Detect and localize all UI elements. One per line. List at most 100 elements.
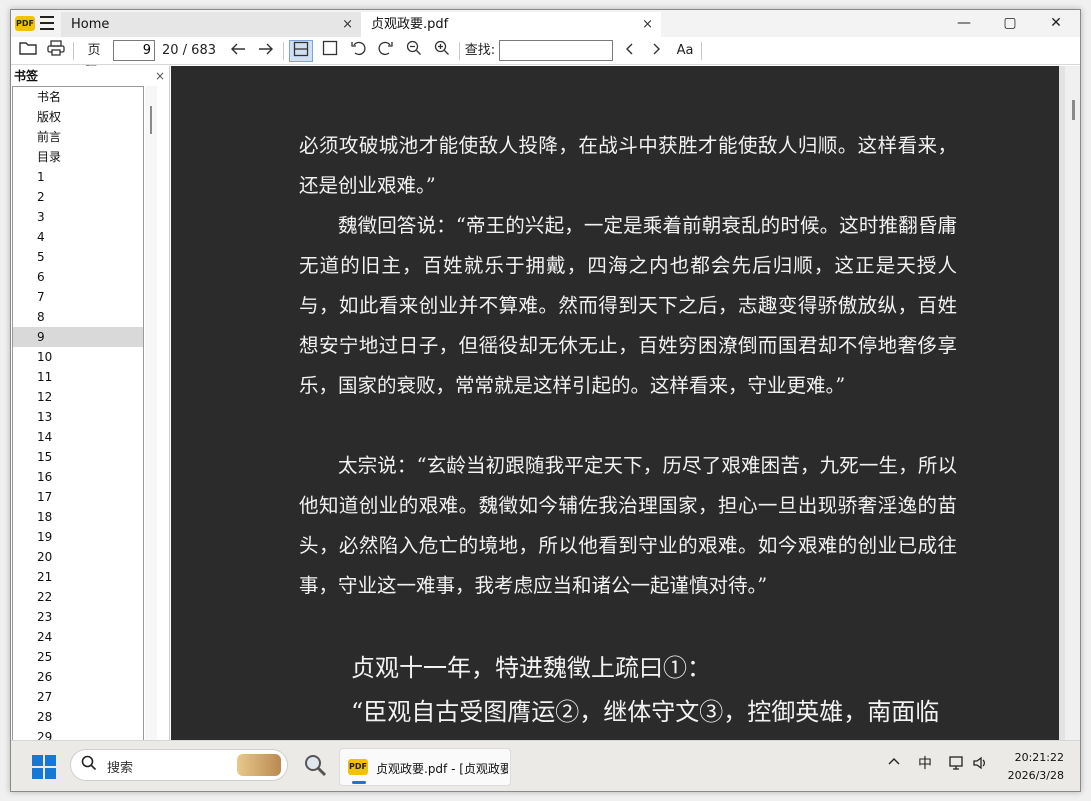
tab-document[interactable]: 贞观政要.pdf ×	[361, 12, 661, 37]
bookmark-item[interactable]: 4	[13, 227, 143, 247]
bookmark-item[interactable]: 19	[13, 527, 143, 547]
bookmark-item[interactable]: 28	[13, 707, 143, 727]
bookmark-item[interactable]: 版权	[13, 107, 143, 127]
close-bookmarks-icon[interactable]: ×	[155, 66, 165, 86]
tab-label: Home	[71, 17, 110, 32]
taskbar: 搜索 PDF 贞观政要.pdf - [贞观政要 中 20:21:22 2026/…	[11, 740, 1080, 791]
tab-label: 贞观政要.pdf	[371, 17, 449, 32]
bookmark-item[interactable]: 6	[13, 267, 143, 287]
toolbar-separator	[459, 42, 460, 60]
volume-icon[interactable]	[972, 755, 988, 775]
bookmark-item[interactable]: 27	[13, 687, 143, 707]
bookmark-item[interactable]: 3	[13, 207, 143, 227]
bookmarks-header: 书签 ×	[11, 66, 169, 86]
bookmark-item[interactable]: 14	[13, 427, 143, 447]
tab-home[interactable]: Home ×	[61, 12, 361, 37]
document-paragraph: 魏徵回答说：“帝王的兴起，一定是乘着前朝衰乱的时候。这时推翻昏庸无道的旧主，百姓…	[299, 214, 957, 397]
toolbar: 页码: 9 20 / 683 查找:	[11, 37, 1080, 80]
bookmark-item[interactable]: 前言	[13, 127, 143, 147]
print-icon[interactable]	[45, 40, 67, 62]
bookmark-item[interactable]: 24	[13, 627, 143, 647]
bookmark-item[interactable]: 8	[13, 307, 143, 327]
bookmark-item[interactable]: 17	[13, 487, 143, 507]
clock-date: 2026/3/28	[1007, 769, 1064, 782]
bookmark-item[interactable]: 26	[13, 667, 143, 687]
find-next-icon[interactable]	[645, 40, 667, 62]
bookmark-item[interactable]: 16	[13, 467, 143, 487]
fit-page-icon[interactable]	[319, 40, 341, 62]
bookmark-item[interactable]: 7	[13, 287, 143, 307]
search-highlight-image	[237, 754, 281, 776]
bookmark-item[interactable]: 11	[13, 367, 143, 387]
bookmark-item[interactable]: 13	[13, 407, 143, 427]
app-window: PDF Home × 贞观政要.pdf × — ▢ ✕ 页码: 9 20 / 6…	[10, 9, 1081, 792]
windows-start-icon[interactable]	[32, 755, 56, 779]
taskbar-running-app[interactable]: PDF 贞观政要.pdf - [贞观政要	[339, 748, 511, 786]
menu-icon[interactable]	[40, 16, 54, 30]
zoom-in-icon[interactable]	[431, 40, 453, 62]
bookmark-item[interactable]: 25	[13, 647, 143, 667]
page-number-input[interactable]: 9	[113, 40, 155, 61]
tab-close-icon[interactable]: ×	[342, 12, 353, 37]
open-folder-icon[interactable]	[17, 40, 39, 62]
zoom-out-icon[interactable]	[403, 40, 425, 62]
close-button[interactable]: ✕	[1033, 10, 1079, 37]
tab-close-icon[interactable]: ×	[642, 12, 653, 37]
bookmark-item[interactable]: 15	[13, 447, 143, 467]
scrollbar-thumb[interactable]	[150, 106, 152, 134]
bookmark-item[interactable]: 2	[13, 187, 143, 207]
page-label: 页码:	[85, 43, 102, 80]
bookmark-scrollbar[interactable]	[145, 86, 157, 740]
fit-width-icon[interactable]	[289, 40, 313, 62]
bookmark-item[interactable]: 9	[13, 327, 143, 347]
taskbar-search[interactable]: 搜索	[70, 749, 288, 781]
match-case-button[interactable]: Aa	[673, 40, 697, 62]
maximize-button[interactable]: ▢	[987, 10, 1033, 37]
document-viewer: 必须攻破城池才能使敌人投降，在战斗中获胜才能使敌人归顺。这样看来，还是创业艰难。…	[171, 66, 1080, 740]
toolbar-separator	[73, 42, 74, 60]
bookmark-item[interactable]: 29	[13, 727, 143, 740]
title-bar: PDF Home × 贞观政要.pdf × — ▢ ✕	[11, 10, 1080, 37]
ime-indicator[interactable]: 中	[918, 753, 932, 773]
rotate-right-icon[interactable]	[375, 40, 397, 62]
bookmark-item[interactable]: 1	[13, 167, 143, 187]
toolbar-separator	[283, 42, 284, 60]
active-indicator	[352, 781, 366, 784]
bookmark-item[interactable]: 12	[13, 387, 143, 407]
network-icon[interactable]	[948, 755, 966, 775]
pdf-app-icon: PDF	[348, 759, 368, 775]
next-page-icon[interactable]	[255, 40, 277, 62]
search-label: 搜索	[107, 761, 134, 776]
show-hidden-icons-icon[interactable]	[888, 755, 900, 770]
document-heading: 贞观十一年，特进魏徵上疏曰①：	[351, 654, 711, 682]
bookmarks-panel: 书签 × 书名 版权 前言 目录 1 2 3 4 5 6 7 8 9 10 11 12 13 14 15 16 17 18…	[11, 66, 170, 740]
find-previous-icon[interactable]	[619, 40, 641, 62]
magnifier-app-icon[interactable]	[303, 753, 327, 782]
search-icon	[81, 755, 97, 775]
pdf-page: 必须攻破城池才能使敌人投降，在战斗中获胜才能使敌人归顺。这样看来，还是创业艰难。…	[171, 66, 1059, 740]
bookmark-item[interactable]: 22	[13, 587, 143, 607]
bookmark-item[interactable]: 5	[13, 247, 143, 267]
scrollbar-thumb[interactable]	[1072, 100, 1075, 120]
running-app-label: 贞观政要.pdf - [贞观政要	[376, 762, 508, 776]
bookmarks-title: 书签	[14, 69, 39, 83]
bookmark-item[interactable]: 18	[13, 507, 143, 527]
previous-page-icon[interactable]	[227, 40, 249, 62]
rotate-left-icon[interactable]	[347, 40, 369, 62]
bookmark-item[interactable]: 23	[13, 607, 143, 627]
bookmark-item[interactable]: 21	[13, 567, 143, 587]
document-paragraph: 太宗说：“玄龄当初跟随我平定天下，历尽了艰难困苦，九死一生，所以他知道创业的艰难…	[299, 454, 957, 597]
bookmark-item[interactable]: 20	[13, 547, 143, 567]
system-clock[interactable]: 20:21:22 2026/3/28	[1008, 749, 1064, 785]
search-label: 查找:	[464, 43, 496, 58]
bookmark-item[interactable]: 10	[13, 347, 143, 367]
bookmark-item[interactable]: 书名	[13, 87, 143, 107]
find-input[interactable]	[499, 40, 613, 61]
bookmark-list: 书名 版权 前言 目录 1 2 3 4 5 6 7 8 9 10 11 12 13 14 15 16 17 18 19 20 2…	[12, 86, 144, 740]
document-heading: “臣观自古受图膺运②，继体守文③，控御英雄，南面临	[351, 698, 940, 726]
page-count: 20 / 683	[162, 43, 216, 58]
minimize-button[interactable]: —	[941, 10, 987, 37]
document-scrollbar[interactable]	[1065, 66, 1080, 740]
toolbar-separator	[701, 42, 702, 60]
bookmark-item[interactable]: 目录	[13, 147, 143, 167]
